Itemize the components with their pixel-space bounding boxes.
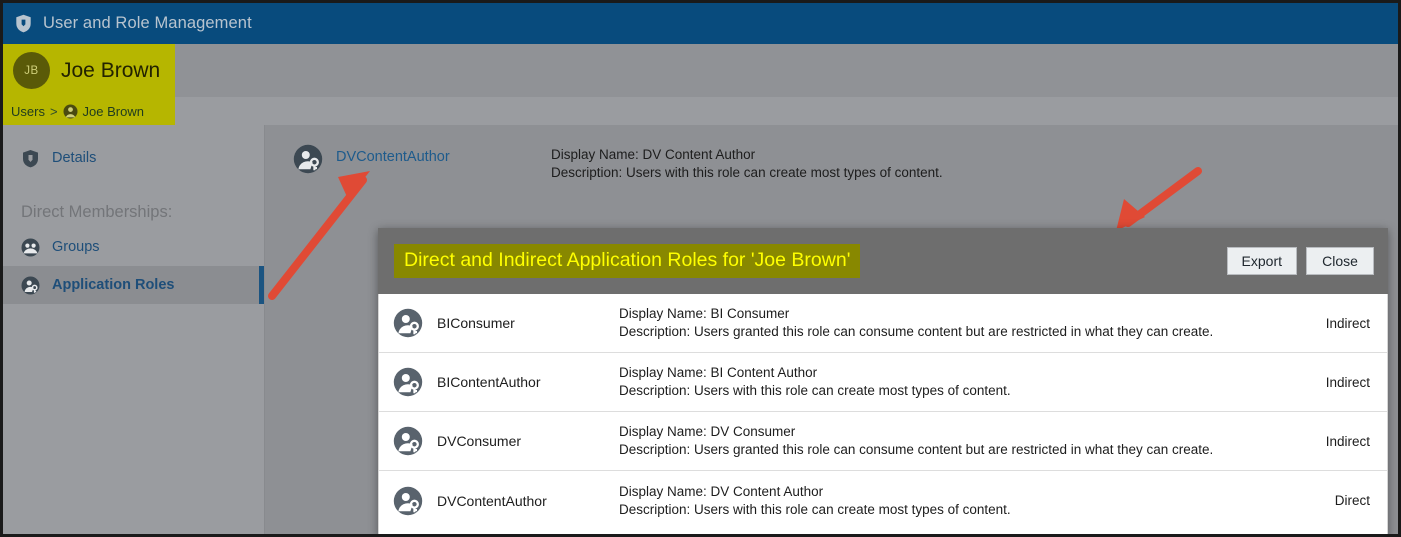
role-icon — [293, 137, 323, 174]
role-description: Description: Users with this role can cr… — [619, 501, 1011, 517]
table-row[interactable]: DVContentAuthor Display Name: DV Content … — [379, 471, 1387, 530]
sidebar-item-application-roles[interactable]: Application Roles — [3, 266, 264, 304]
role-name-link[interactable]: DVContentAuthor — [323, 149, 551, 165]
export-button[interactable]: Export — [1226, 247, 1297, 275]
breadcrumb-current: Joe Brown — [82, 103, 144, 119]
user-header-chip: JB Joe Brown — [3, 44, 175, 97]
app-title: User and Role Management — [43, 14, 252, 32]
role-name: BIContentAuthor — [437, 374, 541, 390]
role-description: Description: Users granted this role can… — [619, 442, 1214, 457]
role-description: Description: Users with this role can cr… — [619, 383, 1011, 398]
dialog-header: Direct and Indirect Application Roles fo… — [378, 228, 1388, 294]
close-button[interactable]: Close — [1306, 247, 1374, 275]
groups-icon — [21, 238, 40, 257]
sidebar-item-label: Groups — [52, 239, 100, 255]
role-display-name: Display Name: DV Content Author — [551, 147, 756, 162]
breadcrumb-separator: > — [49, 103, 58, 119]
role-icon — [21, 276, 40, 295]
role-display-name: Display Name: BI Content Author — [619, 365, 818, 380]
role-description: Description: Users granted this role can… — [619, 324, 1214, 339]
role-display-name: Display Name: DV Consumer — [619, 424, 796, 439]
page-title: Joe Brown — [61, 58, 161, 82]
sidebar: Details Direct Memberships: Groups Appli… — [3, 125, 265, 534]
shield-icon — [15, 14, 32, 33]
breadcrumb: Users > Joe Brown — [3, 97, 175, 125]
role-meta: Display Name: DV Content Author Descript… — [551, 146, 943, 182]
role-name: BIConsumer — [437, 315, 515, 331]
role-icon — [393, 308, 423, 338]
role-meta: Display Name: BI Consumer Description: Us… — [619, 305, 1291, 341]
membership-status: Indirect — [1325, 315, 1370, 331]
role-icon — [393, 426, 423, 456]
sidebar-item-label: Details — [52, 150, 97, 166]
indirect-memberships-dialog: Direct and Indirect Application Roles fo… — [378, 228, 1388, 534]
role-meta: Display Name: BI Content Author Descripti… — [619, 364, 1291, 400]
app-header: User and Role Management — [3, 3, 1398, 44]
dialog-title: Direct and Indirect Application Roles fo… — [394, 244, 861, 278]
dialog-role-table: BIConsumer Display Name: BI Consumer Descr… — [378, 294, 1388, 534]
role-meta: Display Name: DV Content Author Descripti… — [619, 483, 1291, 519]
sidebar-item-details[interactable]: Details — [3, 139, 264, 177]
user-icon — [63, 104, 78, 119]
role-name: DVConsumer — [437, 433, 522, 449]
table-row[interactable]: BIConsumer Display Name: BI Consumer Descr… — [379, 294, 1387, 353]
role-display-name: Display Name: DV Content Author — [619, 483, 824, 499]
role-description: Description: Users with this role can cr… — [551, 165, 943, 180]
sidebar-section-label: Direct Memberships: — [21, 203, 173, 221]
sidebar-item-groups[interactable]: Groups — [3, 228, 264, 266]
role-icon — [393, 367, 423, 397]
role-display-name: Display Name: BI Consumer — [619, 306, 790, 321]
shield-icon — [21, 149, 40, 168]
role-name: DVContentAuthor — [437, 492, 547, 509]
breadcrumb-band: Users > Joe Brown — [3, 97, 1398, 218]
breadcrumb-root[interactable]: Users — [11, 104, 45, 119]
membership-status: Direct — [1334, 493, 1370, 508]
role-meta: Display Name: DV Consumer Description: Us… — [619, 423, 1291, 459]
membership-status: Indirect — [1325, 433, 1370, 449]
membership-status: Indirect — [1325, 374, 1370, 390]
screenshot-root: User and Role Management JB Joe Brown Se… — [0, 0, 1401, 537]
sidebar-item-label: Application Roles — [52, 277, 175, 293]
role-list-item: DVContentAuthor Display Name: DV Content… — [293, 137, 1398, 193]
table-row[interactable]: DVConsumer Display Name: DV Consumer Descr… — [379, 412, 1387, 471]
avatar: JB — [13, 52, 50, 89]
table-row[interactable]: BIContentAuthor Display Name: BI Content … — [379, 353, 1387, 412]
role-icon — [393, 486, 423, 516]
toolbar: JB Joe Brown Search with * as wildcard A… — [3, 44, 1398, 127]
